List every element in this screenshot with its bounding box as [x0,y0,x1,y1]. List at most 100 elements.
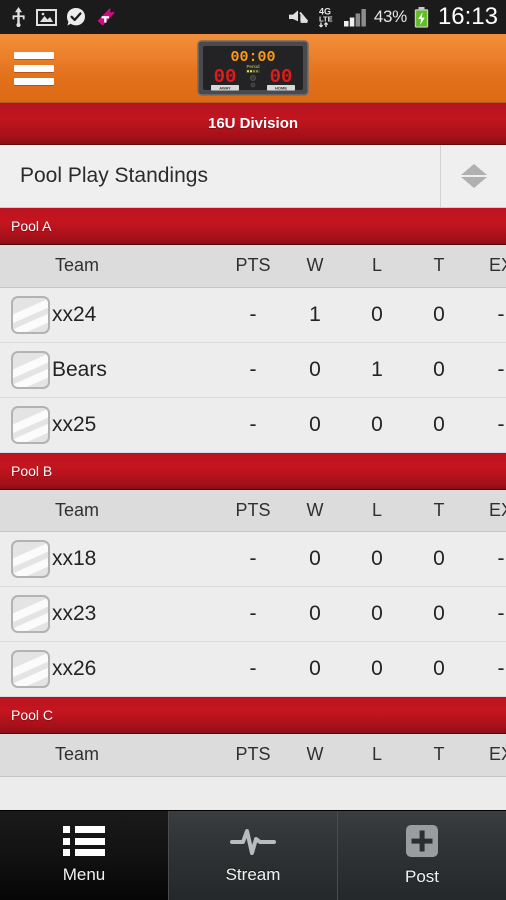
status-clock: 16:13 [437,3,498,30]
column-header-w: W [284,245,346,288]
logo-clock: 00:00 [230,49,275,66]
column-header-t: T [408,734,470,777]
column-header-pts: PTS [222,734,284,777]
pool-header-label: Pool C [11,707,54,723]
column-header-ex: EX [470,245,506,288]
pts-cell: - [222,641,284,697]
team-logo-placeholder-icon [11,595,50,633]
team-logo-cell [0,641,52,697]
pool-header-label: Pool A [11,218,52,234]
pts-cell: - [222,586,284,642]
status-icons-right: 4G LTE 43% 16:13 [287,3,498,31]
pool-header: Pool B [0,452,506,490]
tab-stream-label: Stream [225,865,281,884]
column-header-pts: PTS [222,489,284,532]
column-header-team: Team [52,245,222,288]
ex-cell: - [470,287,506,343]
team-name-cell: xx24 [52,287,222,343]
team-logo-placeholder-icon [11,405,50,444]
pts-cell: - [222,397,284,453]
image-icon [36,8,57,26]
table-row[interactable]: xx26-0 0 0- [0,641,506,697]
team-logo-cell [0,531,52,587]
tab-post-label: Post [404,867,440,886]
table-row[interactable]: xx23-0 0 0- [0,586,506,642]
column-header-l: L [346,245,408,288]
column-header-ex: EX [470,734,506,777]
tab-post[interactable]: Post [337,811,506,900]
team-name-cell: xx25 [52,397,222,453]
pool-header-label: Pool B [11,462,53,479]
pulse-icon [230,829,276,855]
team-logo-cell [0,397,52,453]
w-cell: 1 [284,287,346,343]
up-down-chevron-icon[interactable] [440,145,506,207]
t-cell: 0 [408,586,470,642]
column-header-team: Team [52,489,222,532]
table-row[interactable]: xx25-0 0 0- [0,397,506,453]
w-cell: 0 [284,641,346,697]
standings-scroll-area[interactable]: Pool ATeamPTSWLTEXxx24-100-Bears-010-xx2… [0,208,506,810]
tab-menu[interactable]: Menu [0,811,168,900]
network-4glte-icon: 4G LTE [318,7,333,28]
column-header-pts: PTS [222,245,284,288]
tmobile-icon [97,7,115,26]
pts-cell: - [222,287,284,343]
l-cell: 0 [346,641,408,697]
table-row[interactable]: Bears -0 1 0- [0,342,506,398]
column-header-ex: EX [470,489,506,532]
logo-away-label: AWAY [219,86,231,91]
team-name-cell: Bears [52,342,222,398]
battery-charging-icon [414,6,429,28]
division-title: 16U Division [207,115,299,132]
team-logo-placeholder-icon [11,650,50,688]
tab-stream[interactable]: Stream [168,811,337,900]
standings-selector[interactable]: Pool Play Standings [0,145,506,208]
svg-text:LTE: LTE [319,15,333,24]
logo-period-label: Period [246,64,260,69]
plus-square-icon [406,825,438,857]
column-header-spacer [0,734,52,777]
l-cell: 1 [346,342,408,398]
pts-cell: - [222,342,284,398]
battery-percent: 43% [373,7,407,26]
l-cell: 0 [346,531,408,587]
ex-cell: - [470,641,506,697]
column-header-w: W [284,734,346,777]
w-cell: 0 [284,342,346,398]
column-header-t: T [408,489,470,532]
check-circle-icon [67,8,85,26]
status-icons-left [10,7,116,28]
team-logo-placeholder-icon [11,540,50,578]
column-header-team: Team [52,734,222,777]
app-header: 00:00 00 00 Period AWAY HOME [0,34,506,103]
standings-table: TeamPTSWLTEXxx24-100-Bears-010-xx25-000- [0,245,506,453]
usb-icon [12,7,25,27]
table-row[interactable]: xx24-1 0 0- [0,287,506,343]
ex-cell: - [470,531,506,587]
standings-table: TeamPTSWLTEX [0,734,506,777]
t-cell: 0 [408,397,470,453]
table-header-row: TeamPTSWLTEX [0,734,506,777]
status-bar: 4G LTE 43% 16:13 [0,0,506,34]
table-row[interactable]: xx18-0 0 0- [0,531,506,587]
pool-header: Pool A [0,208,506,245]
column-header-w: W [284,489,346,532]
table-header-row: TeamPTSWLTEX [0,489,506,532]
logo-home-label: HOME [275,86,287,91]
team-logo-placeholder-icon [11,350,50,389]
team-logo-cell [0,586,52,642]
column-header-l: L [346,489,408,532]
team-logo-placeholder-icon [11,295,50,334]
ex-cell: - [470,586,506,642]
t-cell: 0 [408,287,470,343]
l-cell: 0 [346,287,408,343]
hamburger-icon[interactable] [14,51,54,85]
ex-cell: - [470,342,506,398]
standings-table: TeamPTSWLTEXxx18-000-xx23-000-xx26-000- [0,489,506,697]
scoreboard-logo: 00:00 00 00 Period AWAY HOME [197,40,309,96]
l-cell: 0 [346,397,408,453]
logo-away-score: 00 [214,66,237,88]
signal-bars-icon [343,8,366,26]
t-cell: 0 [408,641,470,697]
